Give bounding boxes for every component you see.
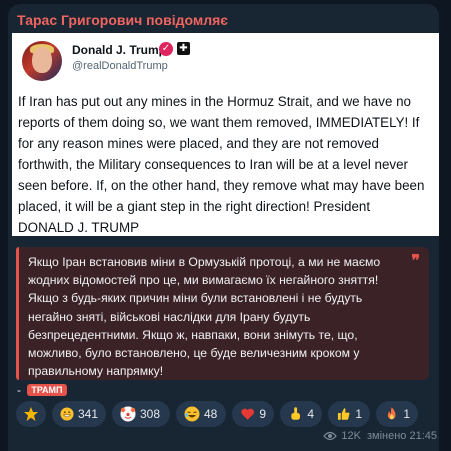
signature-tag: ТРАМП [27, 384, 67, 396]
quote-bar [16, 247, 19, 380]
signature: - ТРАМП [17, 383, 67, 397]
quote-text: Якщо Іран встановив міни в Ормузькій про… [28, 255, 381, 379]
heart-icon [241, 408, 254, 420]
views-count: 12K [341, 430, 361, 442]
grin-icon [60, 407, 74, 421]
tweet-screenshot[interactable]: Donald J. Trump ✓ ✚ @realDonaldTrump If … [12, 33, 439, 236]
reaction-count: 341 [77, 407, 98, 421]
reaction-fire[interactable]: 1 [376, 401, 418, 427]
laugh-icon [184, 406, 200, 422]
reaction-clown[interactable]: 308 [112, 401, 170, 427]
reaction-star[interactable] [16, 401, 46, 427]
reactions-bar: 341 308 48 9 4 1 1 [16, 401, 436, 429]
reaction-middle-finger[interactable]: 4 [280, 401, 322, 427]
thumbs-up-icon [337, 408, 350, 420]
affiliation-badge-icon: ✚ [177, 42, 190, 55]
reaction-laugh[interactable]: 48 [176, 401, 226, 427]
reaction-count: 48 [204, 407, 218, 421]
views-eye-icon [323, 431, 338, 441]
reaction-count: 1 [355, 407, 362, 421]
reaction-count: 4 [307, 407, 314, 421]
reaction-count: 308 [140, 407, 161, 421]
tweet-author-name: Donald J. Trump [72, 43, 167, 57]
edited-time: змінено 21:45 [366, 430, 437, 442]
tweet-text: If Iran has put out any mines in the Hor… [18, 94, 425, 235]
clown-icon [120, 406, 136, 422]
tweet-handle: @realDonaldTrump [72, 60, 168, 72]
channel-sender-name[interactable]: Тарас Григорович повідомляє [17, 12, 228, 28]
middle-finger-icon [291, 407, 300, 420]
reaction-thumbs-up[interactable]: 1 [328, 401, 370, 427]
fire-icon [387, 407, 396, 420]
reaction-grin[interactable]: 341 [52, 401, 106, 427]
reaction-heart[interactable]: 9 [232, 401, 274, 427]
reaction-count: 1 [403, 407, 410, 421]
signature-prefix: - [17, 383, 21, 397]
message-meta: 12K змінено 21:45 [323, 430, 437, 442]
star-icon [24, 407, 38, 421]
avatar [22, 41, 62, 81]
quote-icon: ❞ [411, 253, 420, 270]
verified-badge-icon: ✓ [159, 42, 173, 56]
reaction-count: 9 [259, 407, 266, 421]
translation-quote: ❞ Якщо Іран встановив міни в Ормузькій п… [16, 247, 429, 380]
